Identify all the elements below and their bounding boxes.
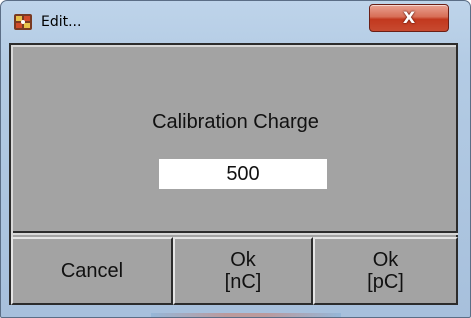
window-title: Edit...	[41, 14, 82, 30]
close-icon: X	[402, 8, 416, 27]
ok-nc-button[interactable]: Ok [nC]	[173, 237, 313, 305]
dialog-content: Calibration Charge Cancel Ok [nC] Ok [pC…	[11, 45, 458, 305]
title-bar[interactable]: Edit... X	[1, 1, 470, 43]
ok-pc-button[interactable]: Ok [pC]	[313, 237, 458, 305]
calibration-app-icon	[14, 14, 32, 30]
dialog-window: Edit... X Calibration Charge Cancel Ok […	[0, 0, 471, 318]
button-row-separator	[13, 231, 458, 235]
window-bottom-border	[151, 313, 341, 317]
cancel-button[interactable]: Cancel	[11, 237, 173, 305]
dialog-body: Calibration Charge Cancel Ok [nC] Ok [pC…	[9, 43, 458, 305]
calibration-charge-input[interactable]	[159, 159, 327, 189]
close-button[interactable]: X	[369, 4, 449, 32]
dialog-heading: Calibration Charge	[152, 111, 319, 133]
